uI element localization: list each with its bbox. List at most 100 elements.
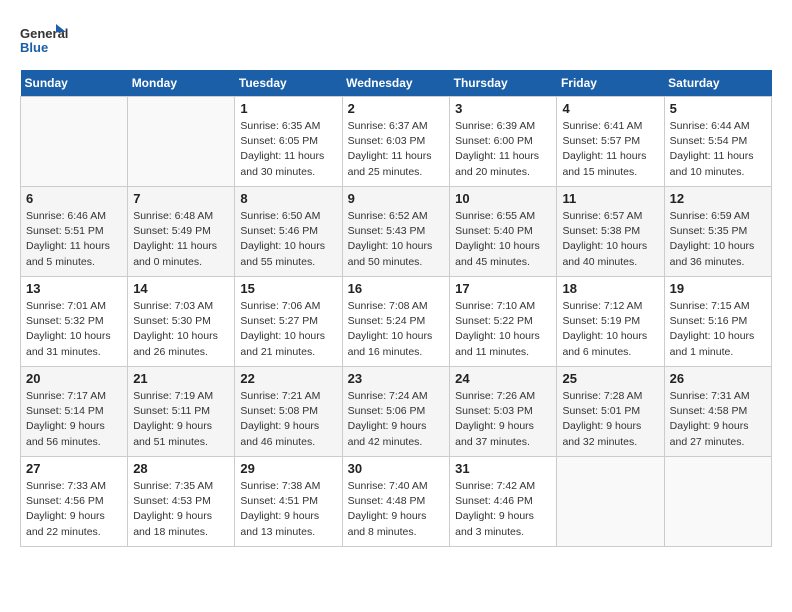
day-info: Sunrise: 7:06 AM Sunset: 5:27 PM Dayligh… <box>240 299 336 360</box>
day-info: Sunrise: 7:21 AM Sunset: 5:08 PM Dayligh… <box>240 389 336 450</box>
weekday-header-saturday: Saturday <box>664 70 771 97</box>
calendar-cell: 28Sunrise: 7:35 AM Sunset: 4:53 PM Dayli… <box>128 457 235 547</box>
day-info: Sunrise: 6:41 AM Sunset: 5:57 PM Dayligh… <box>562 119 658 180</box>
day-info: Sunrise: 6:52 AM Sunset: 5:43 PM Dayligh… <box>348 209 445 270</box>
calendar-cell: 10 Sunrise: 6:55 AM Sunset: 5:40 PM Dayli… <box>450 187 557 277</box>
day-number: 20 <box>26 371 122 386</box>
day-info: Sunrise: 7:08 AM Sunset: 5:24 PM Dayligh… <box>348 299 445 360</box>
calendar-week-5: 27Sunrise: 7:33 AM Sunset: 4:56 PM Dayli… <box>21 457 772 547</box>
day-number: 15 <box>240 281 336 296</box>
day-info: Sunrise: 7:35 AM Sunset: 4:53 PM Dayligh… <box>133 479 229 540</box>
day-number: 18 <box>562 281 658 296</box>
day-number: 19 <box>670 281 766 296</box>
day-number: 13 <box>26 281 122 296</box>
day-number: 17 <box>455 281 551 296</box>
day-number: 8 <box>240 191 336 206</box>
day-number: 21 <box>133 371 229 386</box>
calendar-cell <box>664 457 771 547</box>
calendar-cell: 19 Sunrise: 7:15 AM Sunset: 5:16 PM Dayli… <box>664 277 771 367</box>
calendar-cell: 27Sunrise: 7:33 AM Sunset: 4:56 PM Dayli… <box>21 457 128 547</box>
calendar-cell: 13 Sunrise: 7:01 AM Sunset: 5:32 PM Dayli… <box>21 277 128 367</box>
day-number: 2 <box>348 101 445 116</box>
day-info: Sunrise: 6:37 AM Sunset: 6:03 PM Dayligh… <box>348 119 445 180</box>
day-info: Sunrise: 7:19 AM Sunset: 5:11 PM Dayligh… <box>133 389 229 450</box>
day-number: 26 <box>670 371 766 386</box>
calendar-week-1: 1 Sunrise: 6:35 AM Sunset: 6:05 PM Daylig… <box>21 97 772 187</box>
logo-svg: GeneralBlue <box>20 20 70 60</box>
weekday-header-sunday: Sunday <box>21 70 128 97</box>
calendar-cell: 14Sunrise: 7:03 AM Sunset: 5:30 PM Dayli… <box>128 277 235 367</box>
logo: GeneralBlue <box>20 20 70 60</box>
weekday-header-row: SundayMondayTuesdayWednesdayThursdayFrid… <box>21 70 772 97</box>
page-header: GeneralBlue <box>20 20 772 60</box>
calendar-cell: 5Sunrise: 6:44 AM Sunset: 5:54 PM Daylig… <box>664 97 771 187</box>
day-number: 31 <box>455 461 551 476</box>
calendar-cell: 16 Sunrise: 7:08 AM Sunset: 5:24 PM Dayli… <box>342 277 450 367</box>
calendar-cell: 11 Sunrise: 6:57 AM Sunset: 5:38 PM Dayli… <box>557 187 664 277</box>
calendar-table: SundayMondayTuesdayWednesdayThursdayFrid… <box>20 70 772 547</box>
calendar-cell: 31Sunrise: 7:42 AM Sunset: 4:46 PM Dayli… <box>450 457 557 547</box>
calendar-cell <box>21 97 128 187</box>
calendar-week-4: 20 Sunrise: 7:17 AM Sunset: 5:14 PM Dayli… <box>21 367 772 457</box>
calendar-cell <box>128 97 235 187</box>
day-info: Sunrise: 7:03 AM Sunset: 5:30 PM Dayligh… <box>133 299 229 360</box>
calendar-cell: 15 Sunrise: 7:06 AM Sunset: 5:27 PM Dayli… <box>235 277 342 367</box>
day-info: Sunrise: 7:33 AM Sunset: 4:56 PM Dayligh… <box>26 479 122 540</box>
calendar-cell: 26 Sunrise: 7:31 AM Sunset: 4:58 PM Dayli… <box>664 367 771 457</box>
day-info: Sunrise: 7:12 AM Sunset: 5:19 PM Dayligh… <box>562 299 658 360</box>
day-number: 6 <box>26 191 122 206</box>
day-number: 12 <box>670 191 766 206</box>
calendar-cell: 6 Sunrise: 6:46 AM Sunset: 5:51 PM Daylig… <box>21 187 128 277</box>
day-info: Sunrise: 7:31 AM Sunset: 4:58 PM Dayligh… <box>670 389 766 450</box>
calendar-cell: 8 Sunrise: 6:50 AM Sunset: 5:46 PM Daylig… <box>235 187 342 277</box>
calendar-cell: 7Sunrise: 6:48 AM Sunset: 5:49 PM Daylig… <box>128 187 235 277</box>
calendar-cell: 20 Sunrise: 7:17 AM Sunset: 5:14 PM Dayli… <box>21 367 128 457</box>
weekday-header-tuesday: Tuesday <box>235 70 342 97</box>
calendar-week-3: 13 Sunrise: 7:01 AM Sunset: 5:32 PM Dayli… <box>21 277 772 367</box>
weekday-header-thursday: Thursday <box>450 70 557 97</box>
day-info: Sunrise: 6:57 AM Sunset: 5:38 PM Dayligh… <box>562 209 658 270</box>
day-number: 24 <box>455 371 551 386</box>
day-info: Sunrise: 6:55 AM Sunset: 5:40 PM Dayligh… <box>455 209 551 270</box>
day-info: Sunrise: 7:17 AM Sunset: 5:14 PM Dayligh… <box>26 389 122 450</box>
day-info: Sunrise: 7:24 AM Sunset: 5:06 PM Dayligh… <box>348 389 445 450</box>
day-info: Sunrise: 6:46 AM Sunset: 5:51 PM Dayligh… <box>26 209 122 270</box>
calendar-cell: 17 Sunrise: 7:10 AM Sunset: 5:22 PM Dayli… <box>450 277 557 367</box>
calendar-cell: 3Sunrise: 6:39 AM Sunset: 6:00 PM Daylig… <box>450 97 557 187</box>
calendar-cell: 23 Sunrise: 7:24 AM Sunset: 5:06 PM Dayli… <box>342 367 450 457</box>
calendar-cell: 9 Sunrise: 6:52 AM Sunset: 5:43 PM Daylig… <box>342 187 450 277</box>
calendar-cell: 29 Sunrise: 7:38 AM Sunset: 4:51 PM Dayli… <box>235 457 342 547</box>
day-number: 11 <box>562 191 658 206</box>
day-number: 23 <box>348 371 445 386</box>
calendar-cell: 1 Sunrise: 6:35 AM Sunset: 6:05 PM Daylig… <box>235 97 342 187</box>
day-number: 10 <box>455 191 551 206</box>
calendar-cell: 21 Sunrise: 7:19 AM Sunset: 5:11 PM Dayli… <box>128 367 235 457</box>
day-number: 4 <box>562 101 658 116</box>
day-info: Sunrise: 7:28 AM Sunset: 5:01 PM Dayligh… <box>562 389 658 450</box>
day-info: Sunrise: 6:39 AM Sunset: 6:00 PM Dayligh… <box>455 119 551 180</box>
day-info: Sunrise: 7:40 AM Sunset: 4:48 PM Dayligh… <box>348 479 445 540</box>
day-info: Sunrise: 7:26 AM Sunset: 5:03 PM Dayligh… <box>455 389 551 450</box>
weekday-header-monday: Monday <box>128 70 235 97</box>
day-number: 9 <box>348 191 445 206</box>
calendar-cell <box>557 457 664 547</box>
day-info: Sunrise: 7:38 AM Sunset: 4:51 PM Dayligh… <box>240 479 336 540</box>
calendar-cell: 2 Sunrise: 6:37 AM Sunset: 6:03 PM Daylig… <box>342 97 450 187</box>
calendar-cell: 4 Sunrise: 6:41 AM Sunset: 5:57 PM Daylig… <box>557 97 664 187</box>
calendar-cell: 24 Sunrise: 7:26 AM Sunset: 5:03 PM Dayli… <box>450 367 557 457</box>
day-info: Sunrise: 7:01 AM Sunset: 5:32 PM Dayligh… <box>26 299 122 360</box>
day-number: 1 <box>240 101 336 116</box>
day-info: Sunrise: 6:50 AM Sunset: 5:46 PM Dayligh… <box>240 209 336 270</box>
day-number: 16 <box>348 281 445 296</box>
calendar-cell: 22Sunrise: 7:21 AM Sunset: 5:08 PM Dayli… <box>235 367 342 457</box>
day-info: Sunrise: 6:35 AM Sunset: 6:05 PM Dayligh… <box>240 119 336 180</box>
day-info: Sunrise: 7:10 AM Sunset: 5:22 PM Dayligh… <box>455 299 551 360</box>
weekday-header-friday: Friday <box>557 70 664 97</box>
day-number: 25 <box>562 371 658 386</box>
weekday-header-wednesday: Wednesday <box>342 70 450 97</box>
calendar-week-2: 6 Sunrise: 6:46 AM Sunset: 5:51 PM Daylig… <box>21 187 772 277</box>
day-info: Sunrise: 6:48 AM Sunset: 5:49 PM Dayligh… <box>133 209 229 270</box>
svg-text:Blue: Blue <box>20 40 48 55</box>
day-number: 29 <box>240 461 336 476</box>
day-info: Sunrise: 7:15 AM Sunset: 5:16 PM Dayligh… <box>670 299 766 360</box>
